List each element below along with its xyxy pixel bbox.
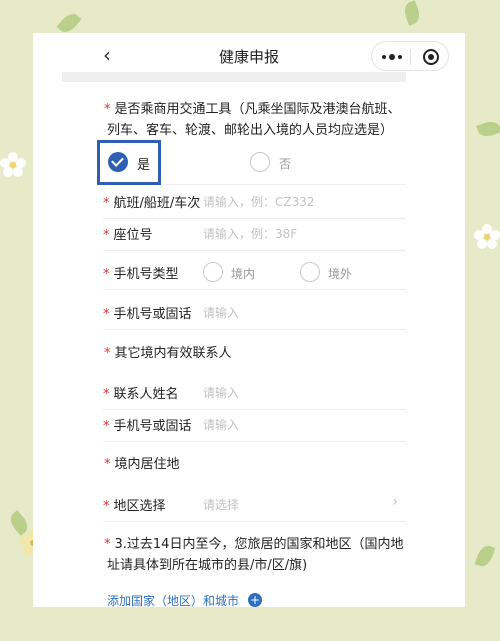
- leaf-decoration: [401, 0, 423, 26]
- contact-name-label: * 联系人姓名: [103, 387, 179, 402]
- option-no-label: 否: [279, 157, 292, 171]
- plus-circle-icon[interactable]: +: [248, 593, 262, 607]
- region-select[interactable]: 请选择: [203, 496, 239, 513]
- checkmark-icon: [108, 152, 128, 172]
- option-yes-label: 是: [137, 158, 151, 173]
- phone-type-foreign-label: 境外: [328, 267, 353, 281]
- phone-input[interactable]: 请输入: [203, 304, 239, 321]
- target-close-icon[interactable]: [423, 49, 439, 65]
- other-contact-title: * 其它境内有效联系人: [104, 346, 232, 361]
- region-label: * 地区选择: [103, 499, 166, 514]
- phone-row: * 手机号或固话 请输入: [103, 294, 406, 330]
- phone-label: * 手机号或固话: [103, 307, 192, 322]
- add-country-link[interactable]: 添加国家（地区）和城市: [107, 592, 239, 609]
- leaf-decoration: [476, 118, 500, 140]
- phone-type-foreign-radio[interactable]: [300, 262, 320, 282]
- travel-history-question: * 3.过去14日内至今，您旅居的国家和地区（国内地: [104, 537, 404, 552]
- seat-label: * 座位号: [103, 228, 153, 243]
- phone-type-domestic-radio[interactable]: [203, 262, 223, 282]
- flower-icon: [0, 152, 26, 177]
- required-star: *: [104, 457, 111, 472]
- flower-icon: [474, 224, 500, 249]
- contact-phone-input[interactable]: 请输入: [203, 416, 239, 433]
- option-yes-selected[interactable]: 是: [97, 140, 161, 185]
- residence-title: * 境内居住地: [104, 457, 180, 472]
- section-divider: [62, 72, 406, 82]
- required-star: *: [104, 346, 111, 361]
- phone-type-domestic-label: 境内: [231, 267, 256, 281]
- contact-phone-row: * 手机号或固话 请输入: [103, 406, 406, 442]
- leaf-decoration: [474, 543, 496, 569]
- flight-row: * 航班/船班/车次 请输入，例：CZ332: [103, 183, 406, 219]
- flight-input[interactable]: 请输入，例：CZ332: [203, 193, 315, 210]
- seat-row: * 座位号 请输入，例：38F: [103, 215, 406, 251]
- transport-question: * 是否乘商用交通工具（凡乘坐国际及港澳台航班、: [104, 102, 401, 117]
- region-row[interactable]: * 地区选择 请选择 ›: [103, 486, 406, 522]
- phone-type-label: * 手机号类型: [103, 267, 179, 282]
- mini-program-capsule: [371, 41, 449, 71]
- flight-label: * 航班/船班/车次: [103, 196, 201, 211]
- seat-input[interactable]: 请输入，例：38F: [203, 225, 297, 242]
- required-star: *: [104, 537, 111, 552]
- chevron-right-icon: ›: [392, 494, 398, 510]
- capsule-divider: [410, 49, 411, 65]
- transport-question-line2: 列车、客车、轮渡、邮轮出入境的人员均应选是）: [107, 123, 394, 138]
- required-star: *: [104, 102, 111, 117]
- nav-bar: ‹ 健康申报: [33, 33, 465, 77]
- contact-name-input[interactable]: 请输入: [203, 384, 239, 401]
- contact-name-row: * 联系人姓名 请输入: [103, 374, 406, 410]
- contact-phone-label: * 手机号或固话: [103, 419, 192, 434]
- more-dots-icon[interactable]: [382, 54, 402, 60]
- option-no-radio[interactable]: [250, 152, 270, 172]
- travel-history-question-line2: 址请具体到所在城市的县/市/区/旗): [107, 558, 308, 573]
